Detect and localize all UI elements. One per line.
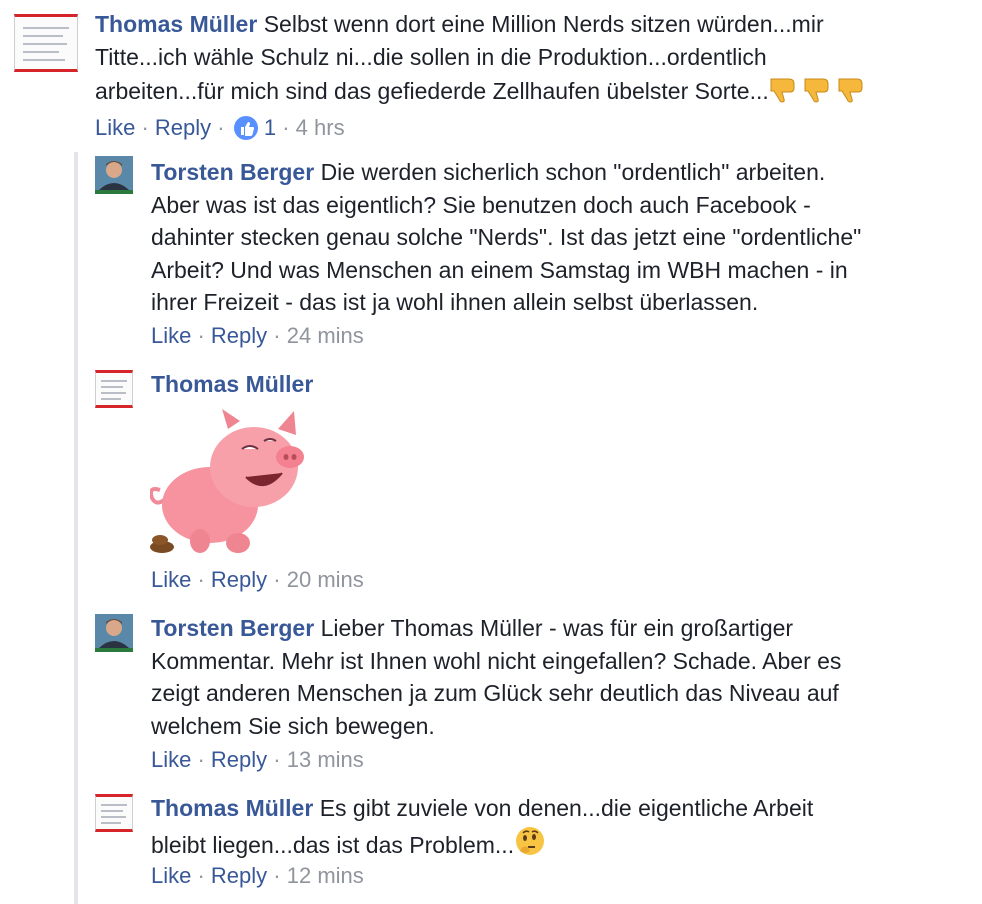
thinking-face-icon bbox=[514, 825, 546, 866]
comment-text-line: Aber was ist das eigentlich? Sie benutze… bbox=[151, 191, 811, 218]
comment-text-line: Kommentar. Mehr ist Ihnen wohl nicht ein… bbox=[151, 647, 842, 674]
like-link[interactable]: Like bbox=[151, 323, 191, 348]
comment-text-line: Die werden sicherlich schon "ordentlich"… bbox=[320, 159, 826, 185]
author-name[interactable]: Torsten Berger bbox=[151, 159, 314, 185]
author-name[interactable]: Thomas Müller bbox=[151, 371, 313, 397]
like-link[interactable]: Like bbox=[95, 115, 135, 140]
avatar-thomas[interactable] bbox=[95, 370, 133, 408]
thumbs-down-icon bbox=[769, 73, 871, 112]
avatar-thomas[interactable] bbox=[95, 794, 133, 832]
timestamp[interactable]: 4 hrs bbox=[296, 115, 345, 140]
comment-text-line: Es gibt zuviele von denen...die eigentli… bbox=[319, 795, 814, 821]
author-name[interactable]: Thomas Müller bbox=[95, 11, 257, 37]
like-count[interactable]: 1 bbox=[264, 115, 276, 140]
comment-text-line: Titte...ich wähle Schulz ni...die sollen… bbox=[95, 43, 767, 70]
reply-link[interactable]: Reply bbox=[211, 863, 267, 888]
timestamp[interactable]: 24 mins bbox=[287, 323, 364, 348]
like-link[interactable]: Like bbox=[151, 863, 191, 888]
comment-text-line: Selbst wenn dort eine Million Nerds sitz… bbox=[263, 11, 824, 37]
reply-thread-line bbox=[74, 152, 78, 904]
reply-link[interactable]: Reply bbox=[211, 323, 267, 348]
avatar-torsten[interactable] bbox=[95, 614, 133, 652]
like-reaction-icon[interactable] bbox=[233, 116, 258, 140]
comment-text-line: arbeiten...für mich sind das gefiederde … bbox=[95, 78, 769, 104]
avatar-torsten[interactable] bbox=[95, 156, 133, 194]
comment-text-line: Arbeit? Und was Menschen an einem Samsta… bbox=[151, 256, 848, 283]
reply-link[interactable]: Reply bbox=[211, 747, 267, 772]
reply-link[interactable]: Reply bbox=[155, 115, 211, 140]
timestamp[interactable]: 20 mins bbox=[287, 567, 364, 592]
comment-text-line: dahinter stecken genau solche "Nerds". I… bbox=[151, 224, 862, 250]
comment-text-line: welchem Sie sich bewegen. bbox=[151, 712, 435, 739]
comment-text-line: Lieber Thomas Müller - was für ein großa… bbox=[320, 615, 794, 641]
comment-text-line: ihrer Freizeit - das ist ja wohl ihnen a… bbox=[151, 289, 759, 315]
like-link[interactable]: Like bbox=[151, 567, 191, 592]
author-name[interactable]: Torsten Berger bbox=[151, 615, 314, 641]
timestamp[interactable]: 13 mins bbox=[287, 747, 364, 772]
timestamp[interactable]: 12 mins bbox=[287, 863, 364, 888]
pig-sticker-icon bbox=[149, 405, 310, 560]
reply-link[interactable]: Reply bbox=[211, 567, 267, 592]
comment-text-line: bleibt liegen...das ist das Problem... bbox=[151, 831, 515, 858]
like-link[interactable]: Like bbox=[151, 747, 191, 772]
author-name[interactable]: Thomas Müller bbox=[151, 795, 313, 821]
comment-text-line: zeigt anderen Menschen ja zum Glück sehr… bbox=[151, 680, 839, 706]
avatar-thomas[interactable] bbox=[14, 14, 78, 72]
